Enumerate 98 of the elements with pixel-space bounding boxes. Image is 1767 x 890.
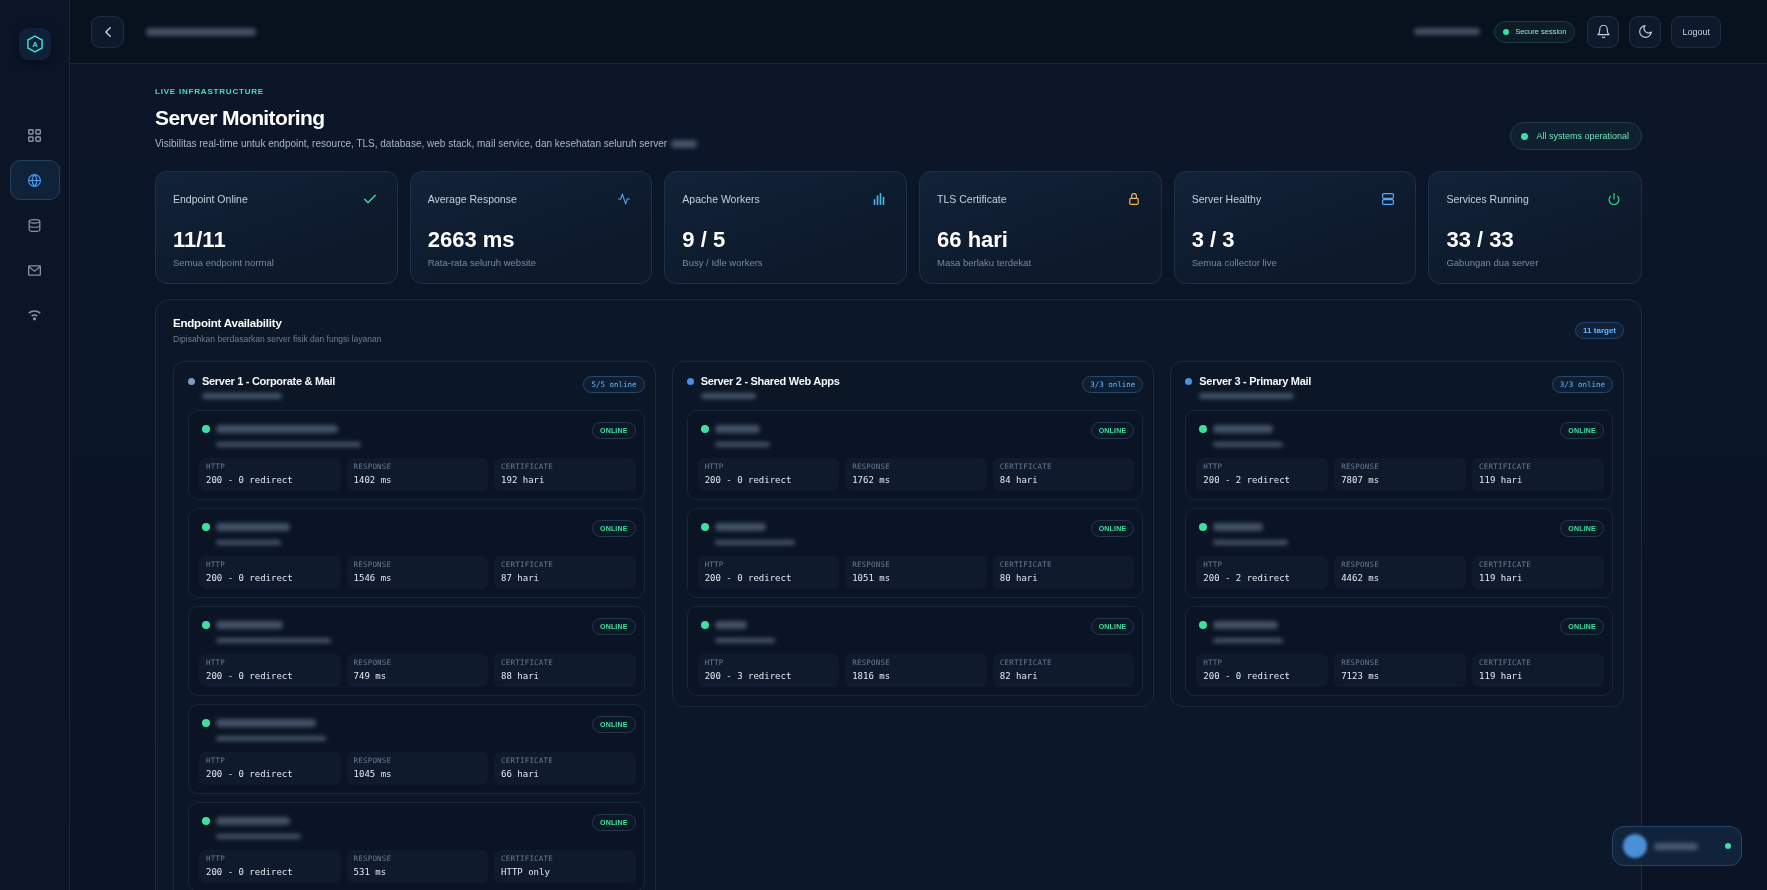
stat-caption: Gabungan dua server bbox=[1446, 256, 1540, 270]
server-title: Server 1 - Corporate & Mail bbox=[202, 374, 336, 388]
globe-icon bbox=[28, 173, 41, 187]
stat-caption: Semua endpoint normal bbox=[173, 256, 275, 270]
target-count-badge: 11 target bbox=[1575, 321, 1624, 339]
blurred-text bbox=[671, 140, 698, 148]
check-icon bbox=[363, 193, 376, 205]
metric-value: 84 hari bbox=[999, 474, 1039, 487]
blurred-text bbox=[1213, 425, 1274, 433]
metric-value: 119 hari bbox=[1479, 572, 1524, 585]
metric-value: 88 hari bbox=[501, 670, 541, 683]
stat-label: TLS Certificate bbox=[937, 193, 1007, 205]
metric-value: 200 - 2 redirect bbox=[1203, 474, 1291, 487]
metric-value: 200 - 3 redirect bbox=[704, 670, 793, 683]
metric-value: 80 hari bbox=[999, 572, 1039, 585]
metric-value: 200 - 0 redirect bbox=[206, 572, 294, 585]
stat-value: 2663 ms bbox=[427, 226, 516, 254]
lock-icon bbox=[1127, 193, 1140, 205]
metric-value: HTTP only bbox=[501, 866, 551, 879]
stat-value: 33 / 33 bbox=[1446, 226, 1515, 254]
metric-value: 200 - 0 redirect bbox=[206, 670, 294, 683]
stat-caption: Semua collector live bbox=[1191, 256, 1278, 270]
stat-value: 3 / 3 bbox=[1191, 226, 1236, 254]
metric-value: 1762 ms bbox=[852, 474, 892, 487]
page-title: Server Monitoring bbox=[155, 105, 326, 131]
logout-button[interactable]: Logout bbox=[1671, 15, 1721, 48]
metric-value: 1816 ms bbox=[852, 670, 892, 683]
metric-value: 200 - 0 redirect bbox=[704, 474, 793, 487]
blurred-text bbox=[1213, 442, 1284, 447]
avatar-icon bbox=[1623, 834, 1647, 858]
blurred-text bbox=[1654, 842, 1698, 850]
theme-toggle-button[interactable] bbox=[1629, 15, 1662, 48]
blurred-text bbox=[714, 442, 770, 447]
metric-value: 749 ms bbox=[353, 670, 388, 683]
grid-icon bbox=[28, 128, 41, 142]
metric-value: 4462 ms bbox=[1341, 572, 1381, 585]
panel-subtitle: Dipisahkan berdasarkan server fisik dan fungsi layanan bbox=[173, 333, 382, 345]
stat-label: Endpoint Online bbox=[173, 193, 248, 205]
database-icon bbox=[28, 218, 41, 232]
stat-label: Server Healthy bbox=[1191, 193, 1262, 205]
notifications-button[interactable] bbox=[1587, 15, 1620, 48]
metric-value: 7807 ms bbox=[1341, 474, 1381, 487]
blurred-text bbox=[714, 425, 760, 433]
stat-label: Services Running bbox=[1446, 193, 1529, 205]
moon-icon bbox=[1638, 25, 1652, 38]
metric-value: 119 hari bbox=[1479, 474, 1524, 487]
stat-label: Average Response bbox=[427, 193, 517, 205]
metric-value: 82 hari bbox=[999, 670, 1039, 683]
power-icon bbox=[1608, 193, 1620, 205]
blurred-text bbox=[1213, 523, 1264, 531]
metric-value: 7123 ms bbox=[1341, 670, 1381, 683]
metric-value: 87 hari bbox=[501, 572, 541, 585]
server-title: Server 3 - Primary Mail bbox=[1199, 374, 1312, 388]
metric-value: 1051 ms bbox=[852, 572, 892, 585]
metric-value: 200 - 0 redirect bbox=[206, 474, 294, 487]
metric-value: 1045 ms bbox=[353, 768, 393, 781]
stat-value: 66 hari bbox=[937, 226, 1009, 254]
metric-value: 200 - 0 redirect bbox=[206, 768, 294, 781]
section-eyebrow: LIVE INFRASTRUCTURE bbox=[155, 87, 265, 97]
panel-title: Endpoint Availability bbox=[173, 316, 283, 331]
stat-caption: Busy / Idle workers bbox=[682, 256, 764, 270]
metric-value: 192 hari bbox=[501, 474, 546, 487]
wifi-icon bbox=[28, 308, 41, 322]
blurred-text bbox=[1213, 621, 1279, 629]
user-chip[interactable] bbox=[1612, 826, 1742, 866]
metric-value: 1546 ms bbox=[353, 572, 393, 585]
blurred-text bbox=[1213, 638, 1284, 643]
metric-value: 66 hari bbox=[501, 768, 541, 781]
stat-caption: Masa berlaku terdekat bbox=[937, 256, 1033, 270]
blurred-text bbox=[714, 621, 747, 629]
stat-value: 9 / 5 bbox=[682, 226, 727, 254]
back-icon bbox=[104, 26, 111, 37]
bell-icon bbox=[1596, 25, 1610, 38]
blurred-text bbox=[714, 523, 766, 531]
metric-value: 531 ms bbox=[353, 866, 388, 879]
stat-caption: Rata-rata seluruh website bbox=[427, 256, 537, 270]
mail-icon bbox=[28, 263, 41, 277]
blurred-text bbox=[700, 393, 756, 399]
metric-value: 200 - 0 redirect bbox=[206, 866, 294, 879]
server-title: Server 2 - Shared Web Apps bbox=[700, 374, 840, 388]
status-label: All systems operational bbox=[1536, 131, 1629, 141]
metric-value: 200 - 0 redirect bbox=[704, 572, 793, 585]
blurred-text bbox=[1414, 28, 1481, 35]
blurred-text bbox=[216, 621, 283, 629]
back-button[interactable] bbox=[91, 15, 124, 48]
metric-value: 119 hari bbox=[1479, 670, 1524, 683]
stat-value: 11/11 bbox=[173, 226, 227, 254]
stat-label: Apache Workers bbox=[682, 193, 760, 205]
page-subtitle: Visibilitas real-time untuk endpoint, resource, TLS, database, web stack, mail service, dan kesehatan seluruh server bbox=[155, 137, 668, 151]
metric-value: 200 - 0 redirect bbox=[1203, 670, 1291, 683]
blurred-text bbox=[216, 540, 281, 545]
metric-value: 1402 ms bbox=[353, 474, 393, 487]
bar-chart-icon bbox=[873, 193, 886, 205]
pulse-icon bbox=[618, 193, 631, 205]
server-icon bbox=[1382, 193, 1395, 205]
metric-value: 200 - 2 redirect bbox=[1203, 572, 1291, 585]
nav-button[interactable] bbox=[9, 160, 60, 200]
blurred-text bbox=[714, 638, 775, 643]
